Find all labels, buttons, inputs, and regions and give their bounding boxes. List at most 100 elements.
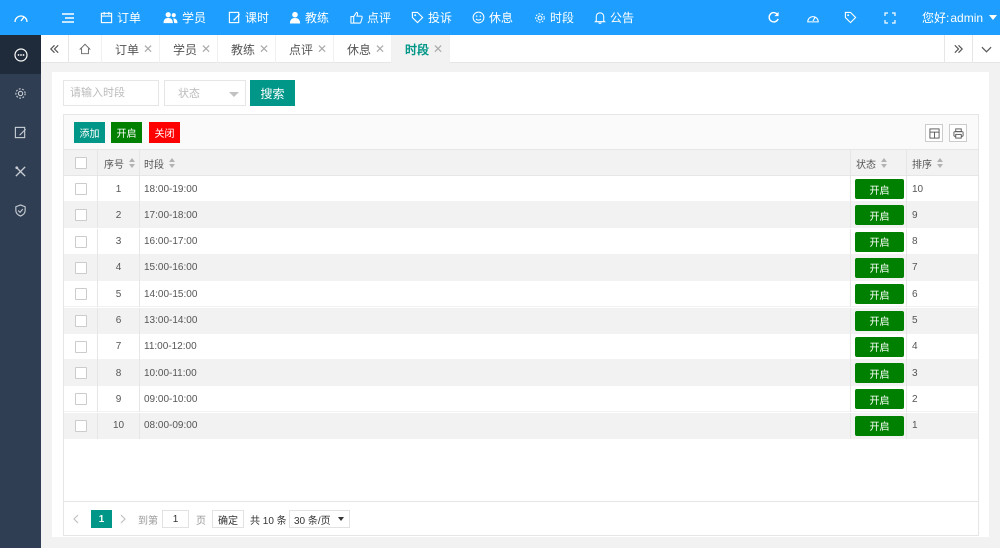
status-toggle-button[interactable]: 开启: [855, 231, 904, 252]
nav-label: 时段: [550, 11, 575, 25]
nav-reviews[interactable]: 点评: [350, 0, 391, 35]
theme-button[interactable]: [806, 0, 820, 35]
close-icon[interactable]: ✕: [259, 42, 269, 56]
nav-label: 学员: [182, 11, 207, 25]
timeslot-search-input[interactable]: [63, 80, 159, 106]
tab-home[interactable]: [69, 35, 102, 63]
tabs-scroll-right-button[interactable]: [944, 35, 972, 63]
status-toggle-button[interactable]: 开启: [855, 336, 904, 357]
tab-orders[interactable]: 订单 ✕: [102, 35, 160, 63]
sidebar-item-edit[interactable]: [0, 113, 41, 152]
row-checkbox[interactable]: [75, 261, 87, 274]
refresh-button[interactable]: [767, 0, 780, 35]
nav-students[interactable]: 学员: [163, 0, 206, 35]
table-row[interactable]: 5 14:00-15:00 开启 6: [64, 281, 978, 308]
row-checkbox[interactable]: [75, 340, 87, 353]
home-icon: [79, 43, 91, 55]
sidebar-item-home[interactable]: [0, 35, 41, 74]
column-divider: [906, 386, 907, 413]
table-row[interactable]: 10 08:00-09:00 开启 1: [64, 412, 978, 439]
table-row[interactable]: 3 16:00-17:00 开启 8: [64, 228, 978, 255]
tab-rest[interactable]: 休息 ✕: [334, 35, 392, 63]
nav-rest[interactable]: 休息: [472, 0, 513, 35]
next-page-button[interactable]: [120, 510, 127, 528]
columns-filter-button[interactable]: [925, 124, 943, 142]
status-toggle-button[interactable]: 开启: [855, 310, 904, 331]
table-row[interactable]: 6 13:00-14:00 开启 5: [64, 307, 978, 334]
status-toggle-button[interactable]: 开启: [855, 284, 904, 305]
header-slot[interactable]: 时段: [144, 150, 176, 176]
close-icon[interactable]: ✕: [317, 42, 327, 56]
fullscreen-button[interactable]: [884, 0, 896, 35]
nav-orders[interactable]: 订单: [100, 0, 141, 35]
sidebar-item-security[interactable]: [0, 191, 41, 230]
row-checkbox[interactable]: [75, 367, 87, 380]
page-size-select[interactable]: 30 条/页: [289, 510, 350, 528]
close-icon[interactable]: ✕: [201, 42, 211, 56]
disable-button[interactable]: 关闭: [149, 122, 180, 143]
goto-label: 到第: [138, 515, 158, 527]
nav-coaches[interactable]: 教练: [289, 0, 329, 35]
row-checkbox[interactable]: [75, 183, 87, 195]
nav-timeslots[interactable]: 时段: [534, 0, 574, 35]
tabs-menu-button[interactable]: [972, 35, 1000, 63]
table-row[interactable]: 1 18:00-19:00 开启 10: [64, 176, 978, 202]
greeting-text: 您好:: [922, 11, 950, 25]
close-icon[interactable]: ✕: [433, 42, 443, 56]
table-row[interactable]: 7 11:00-12:00 开启 4: [64, 333, 978, 360]
status-select[interactable]: 状态: [164, 80, 246, 106]
prev-page-button[interactable]: [72, 510, 79, 528]
header-status[interactable]: 状态: [856, 150, 888, 176]
status-toggle-button[interactable]: 开启: [855, 389, 904, 410]
nav-complaints[interactable]: 投诉: [411, 0, 452, 35]
add-button[interactable]: 添加: [74, 122, 105, 143]
row-checkbox[interactable]: [75, 393, 87, 406]
status-toggle-button[interactable]: 开启: [855, 205, 904, 226]
dashboard-logo[interactable]: [0, 0, 41, 35]
status-toggle-button[interactable]: 开启: [855, 257, 904, 278]
status-toggle-button[interactable]: 开启: [855, 179, 904, 199]
sort-icon[interactable]: [129, 158, 136, 168]
header-order[interactable]: 排序: [912, 150, 944, 176]
select-all-checkbox[interactable]: [75, 157, 87, 169]
row-select-cell: [75, 229, 87, 255]
row-checkbox[interactable]: [75, 288, 87, 301]
sort-icon[interactable]: [937, 158, 944, 168]
row-checkbox[interactable]: [75, 235, 87, 248]
search-button[interactable]: 搜索: [250, 80, 295, 106]
enable-button[interactable]: 开启: [111, 122, 142, 143]
goto-page-input[interactable]: 1: [162, 510, 189, 528]
status-toggle-button[interactable]: 开启: [855, 415, 904, 436]
row-checkbox[interactable]: [75, 314, 87, 327]
nav-lessons[interactable]: 课时: [228, 0, 269, 35]
row-checkbox[interactable]: [75, 419, 87, 432]
nav-announcements[interactable]: 公告: [594, 0, 634, 35]
row-order: 2: [912, 393, 918, 405]
tab-reviews[interactable]: 点评 ✕: [276, 35, 334, 63]
menu-toggle-button[interactable]: [61, 0, 75, 35]
print-button[interactable]: [949, 124, 967, 142]
table-row[interactable]: 2 17:00-18:00 开启 9: [64, 202, 978, 229]
sort-icon[interactable]: [881, 158, 888, 168]
user-menu[interactable]: 您好: admin: [922, 0, 998, 35]
table-row[interactable]: 8 10:00-11:00 开启 3: [64, 360, 978, 387]
header-index[interactable]: 序号: [104, 150, 136, 176]
tabs-scroll-left-button[interactable]: [41, 35, 69, 63]
sort-icon[interactable]: [169, 158, 176, 168]
nav-label: 休息: [489, 11, 514, 25]
close-icon[interactable]: ✕: [143, 42, 153, 56]
close-icon[interactable]: ✕: [375, 42, 385, 56]
sidebar-item-settings[interactable]: [0, 74, 41, 113]
goto-confirm-button[interactable]: 确定: [212, 510, 244, 528]
sidebar-item-tools[interactable]: [0, 152, 41, 191]
status-toggle-button[interactable]: 开启: [855, 363, 904, 384]
table-row[interactable]: 9 09:00-10:00 开启 2: [64, 386, 978, 413]
tag-button[interactable]: [844, 0, 857, 35]
tab-coaches[interactable]: 教练 ✕: [218, 35, 276, 63]
column-divider: [906, 281, 907, 308]
page-1-button[interactable]: 1: [91, 510, 112, 528]
table-row[interactable]: 4 15:00-16:00 开启 7: [64, 254, 978, 281]
row-checkbox[interactable]: [75, 209, 87, 222]
tab-timeslots[interactable]: 时段 ✕: [392, 35, 450, 63]
tab-students[interactable]: 学员 ✕: [160, 35, 218, 63]
